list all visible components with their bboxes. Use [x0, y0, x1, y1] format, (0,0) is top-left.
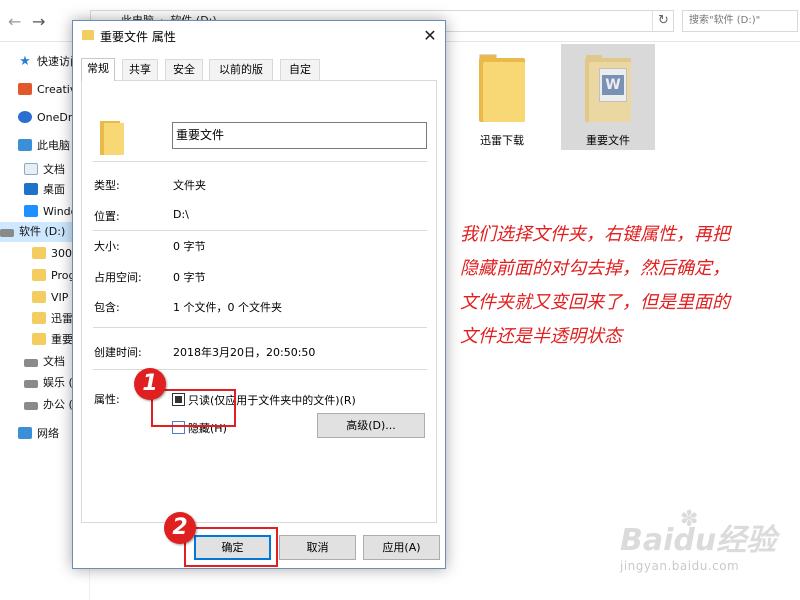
network-icon — [18, 427, 32, 439]
folder-icon — [32, 312, 46, 324]
windows-drive-icon — [24, 205, 38, 217]
folder-label: 重要文件 — [586, 134, 630, 147]
folder-name-input[interactable]: 重要文件 — [172, 122, 427, 149]
paw-icon: ✽ — [680, 507, 699, 532]
highlight-box-hidden — [151, 389, 236, 427]
baidu-jingyan-watermark: Baidu经验 ✽ jingyan.baidu.com — [620, 507, 790, 585]
contains-label: 包含: — [94, 301, 120, 314]
drive-icon — [0, 229, 14, 237]
nav-item-label: 文档 — [43, 355, 65, 368]
dialog-titlebar[interactable]: 重要文件 属性 ✕ — [73, 21, 445, 51]
created-label: 创建时间: — [94, 346, 142, 359]
creative-cloud-icon — [18, 83, 32, 95]
step-2-badge: 2 — [164, 512, 196, 544]
nav-item-label: 办公 ( — [43, 398, 73, 411]
size-label: 大小: — [94, 240, 120, 253]
type-value: 文件夹 — [173, 179, 206, 192]
folder-icon — [32, 269, 46, 281]
divider — [93, 161, 427, 162]
folder-icon — [32, 333, 46, 345]
dialog-title: 重要文件 属性 — [100, 30, 176, 44]
nav-item-label: 网络 — [37, 427, 59, 440]
refresh-icon[interactable]: ↻ — [652, 10, 674, 32]
desktop-icon — [24, 183, 38, 195]
folder-item-xunlei[interactable]: 迅雷下载 — [455, 44, 549, 150]
annotation-line: 隐藏前面的对勾去掉，然后确定， — [460, 258, 730, 279]
nav-item-label: 重要 — [51, 333, 73, 346]
advanced-button[interactable]: 高级(D)... — [317, 413, 425, 438]
properties-dialog: 重要文件 属性 ✕ 常规 共享 安全 以前的版本 自定义 重要文件 类型: 文件… — [72, 20, 446, 569]
tab-general[interactable]: 常规 — [81, 58, 115, 81]
nav-item-label: 软件 (D:) — [19, 225, 66, 238]
nav-item-label: 桌面 — [43, 183, 65, 196]
watermark-url: jingyan.baidu.com — [620, 559, 740, 573]
documents-icon — [24, 163, 38, 175]
word-document-icon: W — [599, 68, 627, 102]
apply-button[interactable]: 应用(A) — [363, 535, 440, 560]
cancel-button[interactable]: 取消 — [279, 535, 356, 560]
this-pc-icon — [18, 139, 32, 151]
size-on-disk-value: 0 字节 — [173, 271, 206, 284]
nav-item-label: 迅雷 — [51, 312, 73, 325]
nav-item-label: 娱乐 ( — [43, 376, 73, 389]
general-tab-panel: 重要文件 类型: 文件夹 位置: D:\ 大小: 0 字节 占用空间: 0 字节… — [81, 80, 437, 523]
folder-icon — [32, 291, 46, 303]
nav-item-label: 此电脑 — [37, 139, 70, 152]
tab-customize[interactable]: 自定义 — [280, 59, 320, 96]
back-arrow-icon[interactable]: ← — [8, 12, 21, 31]
folder-icon — [32, 247, 46, 259]
close-icon[interactable]: ✕ — [415, 21, 445, 51]
drive-icon — [24, 380, 38, 388]
highlight-box-ok — [184, 527, 278, 567]
onedrive-icon — [18, 111, 32, 123]
divider — [93, 230, 427, 231]
annotation-text: 我们选择文件夹，右键属性，再把 隐藏前面的对勾去掉，然后确定， 文件夹就又变回来… — [460, 218, 790, 354]
folder-label: 迅雷下载 — [480, 134, 524, 147]
size-value: 0 字节 — [173, 240, 206, 253]
search-input[interactable]: 搜索"软件 (D:)" — [682, 10, 798, 32]
annotation-line: 我们选择文件夹，右键属性，再把 — [460, 224, 730, 245]
drive-icon — [24, 359, 38, 367]
type-label: 类型: — [94, 179, 120, 192]
forward-arrow-icon[interactable]: → — [32, 12, 45, 31]
folder-icon — [82, 30, 94, 40]
size-on-disk-label: 占用空间: — [94, 271, 142, 284]
location-value: D:\ — [173, 208, 189, 221]
annotation-line: 文件还是半透明状态 — [460, 326, 622, 347]
tab-sharing[interactable]: 共享 — [122, 59, 158, 80]
created-value: 2018年3月20日，20:50:50 — [173, 346, 316, 359]
step-1-badge: 1 — [134, 368, 166, 400]
annotation-line: 文件夹就又变回来了，但是里面的 — [460, 292, 730, 313]
folder-icon — [100, 121, 124, 155]
drive-icon — [24, 402, 38, 410]
contains-value: 1 个文件，0 个文件夹 — [173, 301, 282, 314]
nav-item-label: 文档 — [43, 163, 65, 176]
folder-item-important[interactable]: W 重要文件 — [561, 44, 655, 150]
tab-security[interactable]: 安全 — [165, 59, 203, 80]
hidden-folder-icon: W — [585, 54, 631, 122]
tab-previous-versions[interactable]: 以前的版本 — [209, 59, 273, 96]
attributes-label: 属性: — [94, 393, 120, 406]
location-label: 位置: — [94, 210, 120, 223]
nav-item-label: VIP — [51, 291, 69, 304]
star-icon: ★ — [19, 54, 31, 69]
divider — [93, 327, 427, 328]
folder-icon — [479, 54, 525, 122]
